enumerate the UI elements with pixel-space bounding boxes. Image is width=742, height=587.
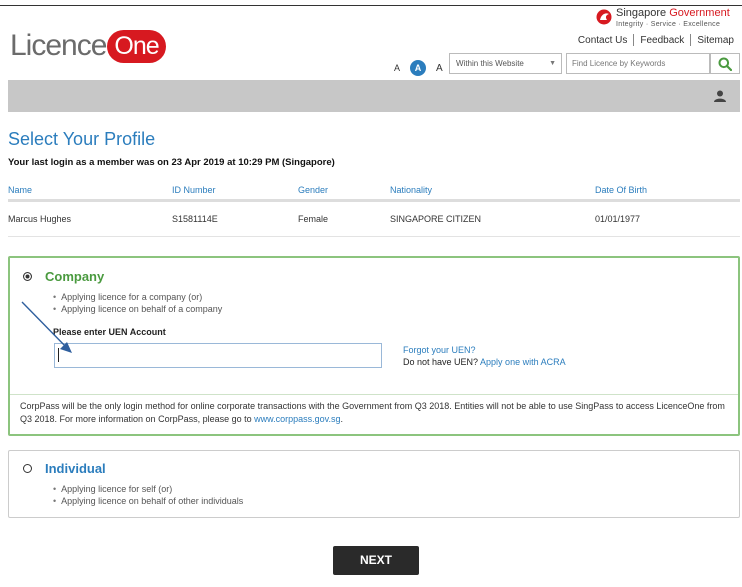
header-name: Name — [8, 185, 33, 195]
next-button[interactable]: NEXT — [333, 546, 419, 575]
forgot-uen-link[interactable]: Forgot your UEN? — [403, 345, 476, 355]
company-panel-divider — [10, 394, 738, 395]
page-title: Select Your Profile — [8, 129, 156, 149]
top-border-line — [0, 5, 742, 6]
top-links: Contact Us Feedback Sitemap — [572, 34, 740, 46]
font-size-small[interactable]: A — [394, 63, 400, 73]
search-icon — [718, 57, 732, 71]
no-uen-label: Do not have UEN? — [403, 357, 481, 367]
sitemap-link[interactable]: Sitemap — [691, 35, 740, 46]
search-button[interactable] — [710, 53, 740, 74]
individual-radio[interactable] — [23, 464, 32, 473]
last-login-text: Your last login as a member was on 23 Ap… — [8, 157, 335, 168]
cell-id-number: S1581114E — [172, 214, 218, 224]
navigation-bar — [8, 80, 740, 112]
cell-name: Marcus Hughes — [8, 214, 72, 224]
list-item: Applying licence on behalf of other indi… — [53, 495, 243, 507]
licenceone-logo[interactable]: Licence One — [10, 26, 166, 66]
user-icon[interactable] — [714, 90, 726, 102]
gov-text-block: Singapore Government Integrity · Service… — [616, 8, 730, 30]
text-cursor — [58, 348, 59, 362]
company-bullet-list: Applying licence for a company (or) Appl… — [53, 291, 222, 315]
company-title[interactable]: Company — [45, 269, 104, 284]
table-row-divider — [8, 236, 740, 237]
uen-label: Please enter UEN Account — [53, 327, 166, 337]
gov-name-singapore: Singapore — [616, 7, 670, 19]
individual-title[interactable]: Individual — [45, 461, 106, 476]
header-gender: Gender — [298, 185, 329, 195]
logo-text-licence: Licence — [10, 29, 107, 62]
header-date-of-birth: Date Of Birth — [595, 185, 648, 195]
search-scope-select[interactable]: Within this Website ▼ — [449, 53, 562, 74]
singapore-government-brand[interactable]: Singapore Government Integrity · Service… — [596, 8, 730, 30]
list-item: Applying licence for self (or) — [53, 483, 243, 495]
search-scope-value: Within this Website — [456, 59, 524, 68]
header-nationality: Nationality — [390, 185, 433, 195]
corppass-notice: CorpPass will be the only login method f… — [20, 400, 732, 426]
list-item: Applying licence for a company (or) — [53, 291, 222, 303]
corppass-end: . — [340, 414, 344, 424]
table-header-divider — [8, 199, 740, 202]
header-id-number: ID Number — [172, 185, 216, 195]
font-size-large[interactable]: A — [436, 63, 443, 74]
font-size-medium[interactable]: A — [410, 60, 427, 76]
list-item: Applying licence on behalf of a company — [53, 303, 222, 315]
gov-tagline: Integrity · Service · Excellence — [616, 21, 721, 28]
company-radio[interactable] — [23, 272, 32, 281]
lion-head-icon — [596, 9, 612, 25]
chevron-down-icon: ▼ — [549, 60, 556, 67]
cell-date-of-birth: 01/01/1977 — [595, 214, 641, 224]
individual-bullet-list: Applying licence for self (or) Applying … — [53, 483, 243, 507]
no-uen-text: Do not have UEN? Apply one with ACRA — [403, 357, 566, 367]
corppass-text: CorpPass will be the only login method f… — [20, 401, 725, 424]
logo-text-one: One — [107, 29, 166, 63]
apply-acra-link[interactable]: Apply one with ACRA — [480, 357, 566, 367]
contact-us-link[interactable]: Contact Us — [572, 35, 633, 46]
cell-gender: Female — [298, 214, 329, 224]
cell-nationality: SINGAPORE CITIZEN — [390, 214, 482, 224]
font-size-controls: A A A — [389, 60, 448, 76]
gov-name: Singapore Government — [616, 8, 730, 19]
keyword-search-input[interactable]: Find Licence by Keywords — [566, 53, 710, 74]
uen-input[interactable] — [54, 343, 382, 368]
gov-name-government: Government — [669, 7, 730, 19]
feedback-link[interactable]: Feedback — [634, 35, 690, 46]
corppass-link[interactable]: www.corppass.gov.sg — [254, 414, 340, 424]
